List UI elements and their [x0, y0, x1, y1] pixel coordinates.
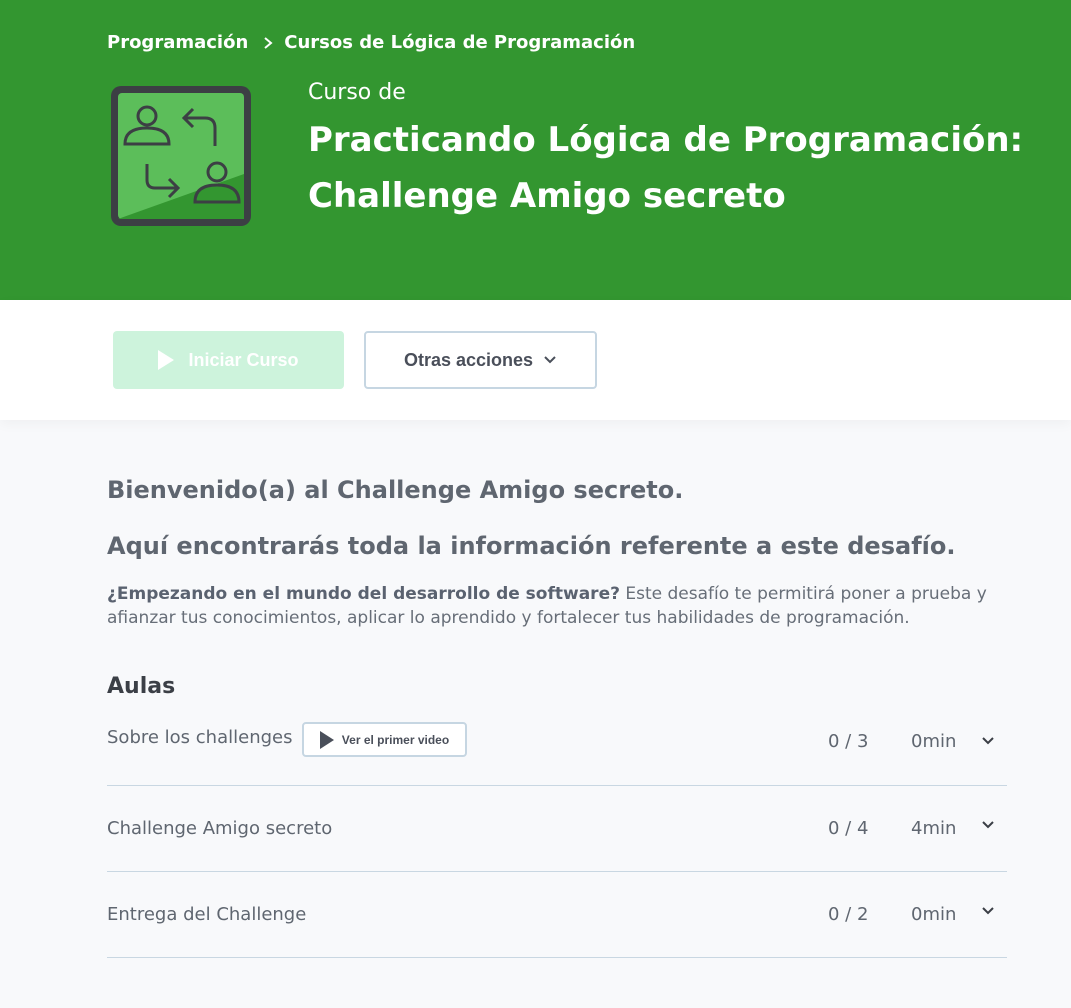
- lesson-name: Challenge Amigo secreto: [107, 818, 333, 839]
- lesson-row[interactable]: Challenge Amigo secreto 0 / 4 4min: [107, 786, 1007, 872]
- chevron-down-icon: [543, 355, 557, 365]
- course-title-line1: Practicando Lógica de Programación:: [308, 120, 1024, 160]
- action-bar: Iniciar Curso Otras acciones: [0, 300, 1071, 420]
- lesson-progress: 0 / 3: [828, 731, 869, 752]
- course-title-line2: Challenge Amigo secreto: [308, 176, 786, 216]
- welcome-heading: Bienvenido(a) al Challenge Amigo secreto…: [107, 476, 684, 504]
- lesson-row[interactable]: Entrega del Challenge 0 / 2 0min: [107, 872, 1007, 958]
- lesson-duration: 0min: [911, 731, 957, 752]
- other-actions-label: Otras acciones: [403, 349, 534, 370]
- lesson-duration: 0min: [911, 904, 957, 925]
- chevron-down-icon[interactable]: [981, 736, 995, 746]
- chevron-right-icon: [262, 36, 274, 50]
- description-bold: ¿Empezando en el mundo del desarrollo de…: [107, 584, 620, 604]
- lesson-name: Entrega del Challenge: [107, 904, 307, 925]
- other-actions-dropdown[interactable]: Otras acciones: [364, 331, 597, 389]
- start-course-button[interactable]: Iniciar Curso: [113, 331, 344, 389]
- lesson-progress: 0 / 4: [828, 818, 869, 839]
- hero-subtitle: Curso de: [308, 80, 406, 105]
- lesson-row[interactable]: Sobre los challenges Ver el primer video…: [107, 700, 1007, 786]
- lesson-duration: 4min: [911, 818, 957, 839]
- course-hero: Programación Cursos de Lógica de Program…: [0, 0, 1071, 300]
- play-icon: [319, 730, 334, 749]
- course-description: ¿Empezando en el mundo del desarrollo de…: [107, 582, 1007, 630]
- play-icon: [158, 350, 175, 370]
- info-heading: Aquí encontrarás toda la información ref…: [107, 532, 956, 560]
- lesson-name: Sobre los challenges: [107, 727, 293, 748]
- breadcrumb-cursos-logica[interactable]: Cursos de Lógica de Programación: [284, 32, 635, 53]
- breadcrumb-programacion[interactable]: Programación: [107, 32, 248, 53]
- chevron-down-icon[interactable]: [981, 906, 995, 916]
- lesson-progress: 0 / 2: [828, 904, 869, 925]
- aulas-title: Aulas: [107, 674, 176, 699]
- chevron-down-icon[interactable]: [981, 820, 995, 830]
- watch-first-video-button[interactable]: Ver el primer video: [302, 722, 467, 757]
- course-title: Practicando Lógica de Programación: Chal…: [308, 112, 1048, 224]
- breadcrumb: Programación Cursos de Lógica de Program…: [107, 32, 635, 53]
- people-exchange-icon: [107, 82, 255, 230]
- watch-first-video-label: Ver el primer video: [341, 732, 450, 747]
- start-course-label: Iniciar Curso: [188, 349, 299, 370]
